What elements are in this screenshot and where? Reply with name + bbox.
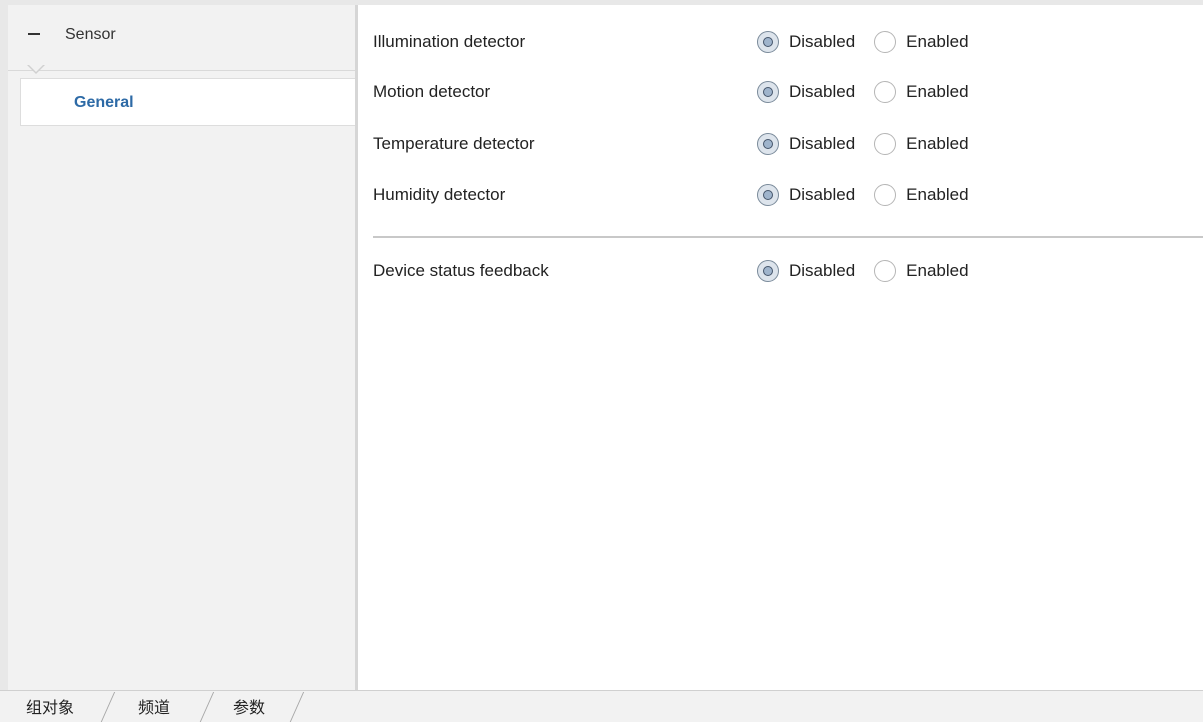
radio-checked-icon[interactable]	[757, 133, 779, 155]
tab-parameters[interactable]: 参数	[233, 695, 265, 722]
param-label: Humidity detector	[373, 185, 506, 204]
radio-label: Enabled	[906, 82, 969, 101]
radio-option-enabled[interactable]: Enabled	[874, 260, 969, 282]
radio-option-enabled[interactable]: Enabled	[874, 133, 969, 155]
nav-group-sensor[interactable]: Sensor	[8, 5, 355, 71]
parameter-content: Illumination detector Disabled Enabled M…	[358, 5, 1203, 690]
nav-item-label: General	[74, 94, 134, 111]
radio-option-disabled[interactable]: Disabled	[757, 133, 855, 155]
tab-separator	[288, 692, 305, 722]
tab-channels[interactable]: 频道	[138, 695, 170, 722]
nav-pointer-arrow	[28, 64, 44, 72]
param-label: Motion detector	[373, 82, 491, 101]
radio-checked-icon[interactable]	[757, 260, 779, 282]
radio-checked-icon[interactable]	[757, 184, 779, 206]
radio-option-disabled[interactable]: Disabled	[757, 184, 855, 206]
param-row-motion-detector: Motion detector Disabled Enabled	[358, 71, 1203, 111]
tab-separator	[198, 692, 215, 722]
radio-group: Disabled Enabled	[757, 132, 969, 156]
tab-separator	[99, 692, 116, 722]
param-label: Device status feedback	[373, 261, 549, 280]
radio-checked-icon[interactable]	[757, 31, 779, 53]
radio-label: Disabled	[789, 32, 856, 51]
radio-group: Disabled Enabled	[757, 80, 969, 104]
radio-label: Disabled	[789, 261, 856, 280]
param-label: Illumination detector	[373, 32, 526, 51]
radio-option-disabled[interactable]: Disabled	[757, 31, 855, 53]
radio-label: Disabled	[789, 82, 856, 101]
window-frame-left	[0, 0, 8, 690]
param-row-humidity-detector: Humidity detector Disabled Enabled	[358, 174, 1203, 214]
navigation-panel: Sensor General	[8, 5, 358, 690]
tab-group-objects[interactable]: 组对象	[26, 695, 74, 722]
nav-group-label: Sensor	[65, 26, 116, 43]
radio-group: Disabled Enabled	[757, 259, 969, 283]
radio-label: Disabled	[789, 134, 856, 153]
radio-option-enabled[interactable]: Enabled	[874, 81, 969, 103]
radio-label: Enabled	[906, 185, 969, 204]
radio-label: Enabled	[906, 261, 969, 280]
radio-group: Disabled Enabled	[757, 30, 969, 54]
radio-unchecked-icon[interactable]	[874, 133, 897, 155]
radio-unchecked-icon[interactable]	[874, 81, 897, 103]
radio-option-disabled[interactable]: Disabled	[757, 260, 855, 282]
nav-item-general[interactable]: General	[20, 78, 355, 126]
param-row-device-status-feedback: Device status feedback Disabled Enabled	[358, 250, 1203, 290]
radio-group: Disabled Enabled	[757, 183, 969, 207]
radio-option-enabled[interactable]: Enabled	[874, 184, 969, 206]
radio-checked-icon[interactable]	[757, 81, 779, 103]
param-row-illumination-detector: Illumination detector Disabled Enabled	[358, 21, 1203, 61]
radio-option-disabled[interactable]: Disabled	[757, 81, 855, 103]
bottom-tab-strip: 组对象 频道 参数	[0, 690, 1203, 722]
radio-label: Enabled	[906, 32, 969, 51]
section-divider	[373, 236, 1203, 238]
radio-label: Enabled	[906, 134, 969, 153]
radio-unchecked-icon[interactable]	[874, 184, 897, 206]
radio-unchecked-icon[interactable]	[874, 260, 897, 282]
radio-unchecked-icon[interactable]	[874, 31, 897, 53]
radio-label: Disabled	[789, 185, 856, 204]
collapse-minus-icon[interactable]	[28, 33, 40, 35]
radio-option-enabled[interactable]: Enabled	[874, 31, 969, 53]
param-row-temperature-detector: Temperature detector Disabled Enabled	[358, 123, 1203, 163]
param-label: Temperature detector	[373, 134, 535, 153]
